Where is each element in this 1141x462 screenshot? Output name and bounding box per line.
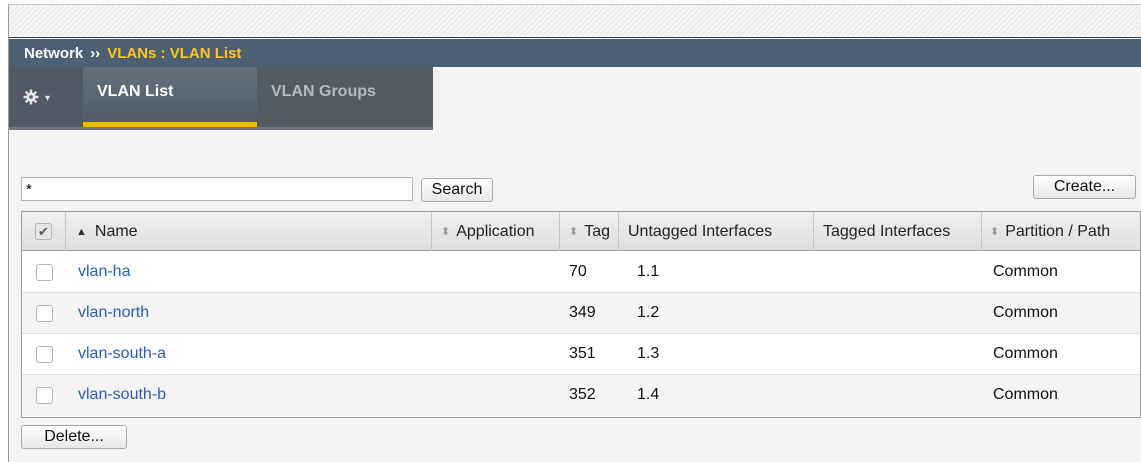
tab-label: VLAN List bbox=[97, 83, 174, 100]
untagged-cell: 1.1 bbox=[637, 263, 660, 280]
column-label: Name bbox=[94, 222, 138, 240]
table-row: vlan-ha 70 1.1 Common bbox=[22, 252, 1140, 293]
vlan-name-link[interactable]: vlan-south-a bbox=[78, 345, 166, 363]
chevron-down-icon: ▾ bbox=[45, 93, 51, 104]
tag-cell: 349 bbox=[569, 304, 596, 321]
column-header-tagged-interfaces: Tagged Interfaces bbox=[814, 212, 982, 251]
create-button[interactable]: Create... bbox=[1033, 175, 1136, 199]
partition-cell: Common bbox=[993, 345, 1058, 362]
name-cell: vlan-ha bbox=[78, 252, 130, 292]
tab-bar: ▾ VLAN List VLAN Groups bbox=[9, 67, 433, 130]
tab-vlan-groups[interactable]: VLAN Groups bbox=[257, 67, 433, 127]
column-header-partition-path[interactable]: ⬍ Partition / Path bbox=[982, 212, 1140, 251]
app-frame: Network ›› VLANs : VLAN List ▾ VLAN List… bbox=[8, 4, 1141, 462]
vlan-name-link[interactable]: vlan-south-b bbox=[78, 386, 166, 404]
settings-menu-button[interactable]: ▾ bbox=[9, 67, 81, 127]
table-row: vlan-north 349 1.2 Common bbox=[22, 293, 1140, 334]
search-button[interactable]: Search bbox=[421, 178, 493, 202]
row-select-cell bbox=[36, 252, 53, 292]
row-select-cell bbox=[36, 293, 53, 333]
column-label: Application bbox=[456, 222, 535, 240]
breadcrumb-separator: ›› bbox=[90, 44, 101, 62]
untagged-cell: 1.3 bbox=[637, 345, 660, 362]
partition-cell: Common bbox=[993, 304, 1058, 321]
breadcrumb-root[interactable]: Network bbox=[24, 45, 83, 62]
column-header-untagged-interfaces: Untagged Interfaces bbox=[619, 212, 814, 251]
tab-vlan-list[interactable]: VLAN List bbox=[83, 67, 257, 127]
untagged-cell: 1.2 bbox=[637, 304, 660, 321]
sort-icon: ⬍ bbox=[441, 226, 451, 238]
table-row: vlan-south-b 352 1.4 Common bbox=[22, 375, 1140, 416]
sort-ascending-icon: ▲ bbox=[76, 225, 87, 238]
vlan-name-link[interactable]: vlan-north bbox=[78, 304, 149, 322]
column-label: Tag bbox=[584, 222, 611, 240]
tag-cell: 351 bbox=[569, 345, 596, 362]
select-all-checkbox[interactable]: ✔ bbox=[35, 223, 52, 240]
row-checkbox[interactable] bbox=[36, 345, 53, 363]
row-select-cell bbox=[36, 334, 53, 374]
sort-icon: ⬍ bbox=[569, 226, 579, 238]
table-row: vlan-south-a 351 1.3 Common bbox=[22, 334, 1140, 375]
table-header: ✔ ▲ Name ⬍ Application ⬍ Tag Untagged In… bbox=[22, 212, 1140, 251]
delete-button[interactable]: Delete... bbox=[21, 425, 127, 449]
column-header-application[interactable]: ⬍ Application bbox=[432, 212, 560, 251]
tag-cell: 70 bbox=[569, 263, 587, 280]
column-header-name[interactable]: ▲ Name bbox=[66, 212, 432, 251]
sort-icon: ⬍ bbox=[990, 226, 1000, 238]
row-checkbox[interactable] bbox=[36, 263, 53, 281]
check-icon: ✔ bbox=[38, 223, 49, 239]
row-checkbox[interactable] bbox=[36, 304, 53, 322]
name-cell: vlan-south-a bbox=[78, 334, 166, 374]
top-strip bbox=[9, 5, 1141, 38]
name-cell: vlan-north bbox=[78, 293, 149, 333]
search-input[interactable] bbox=[21, 177, 413, 201]
partition-cell: Common bbox=[993, 386, 1058, 403]
breadcrumb: Network ›› VLANs : VLAN List bbox=[9, 39, 1141, 67]
row-checkbox[interactable] bbox=[36, 386, 53, 404]
untagged-cell: 1.4 bbox=[637, 386, 660, 403]
row-select-cell bbox=[36, 375, 53, 415]
column-label: Partition / Path bbox=[1005, 222, 1111, 240]
column-label: Tagged Interfaces bbox=[823, 222, 951, 240]
column-header-tag[interactable]: ⬍ Tag bbox=[560, 212, 619, 251]
tab-label: VLAN Groups bbox=[271, 83, 376, 100]
breadcrumb-current: VLANs : VLAN List bbox=[107, 44, 242, 62]
gear-icon bbox=[23, 89, 39, 110]
select-all-cell: ✔ bbox=[22, 212, 66, 251]
partition-cell: Common bbox=[993, 263, 1058, 280]
tag-cell: 352 bbox=[569, 386, 596, 403]
column-label: Untagged Interfaces bbox=[628, 222, 773, 240]
vlan-name-link[interactable]: vlan-ha bbox=[78, 263, 130, 281]
vlan-table: ✔ ▲ Name ⬍ Application ⬍ Tag Untagged In… bbox=[21, 211, 1141, 418]
name-cell: vlan-south-b bbox=[78, 375, 166, 415]
